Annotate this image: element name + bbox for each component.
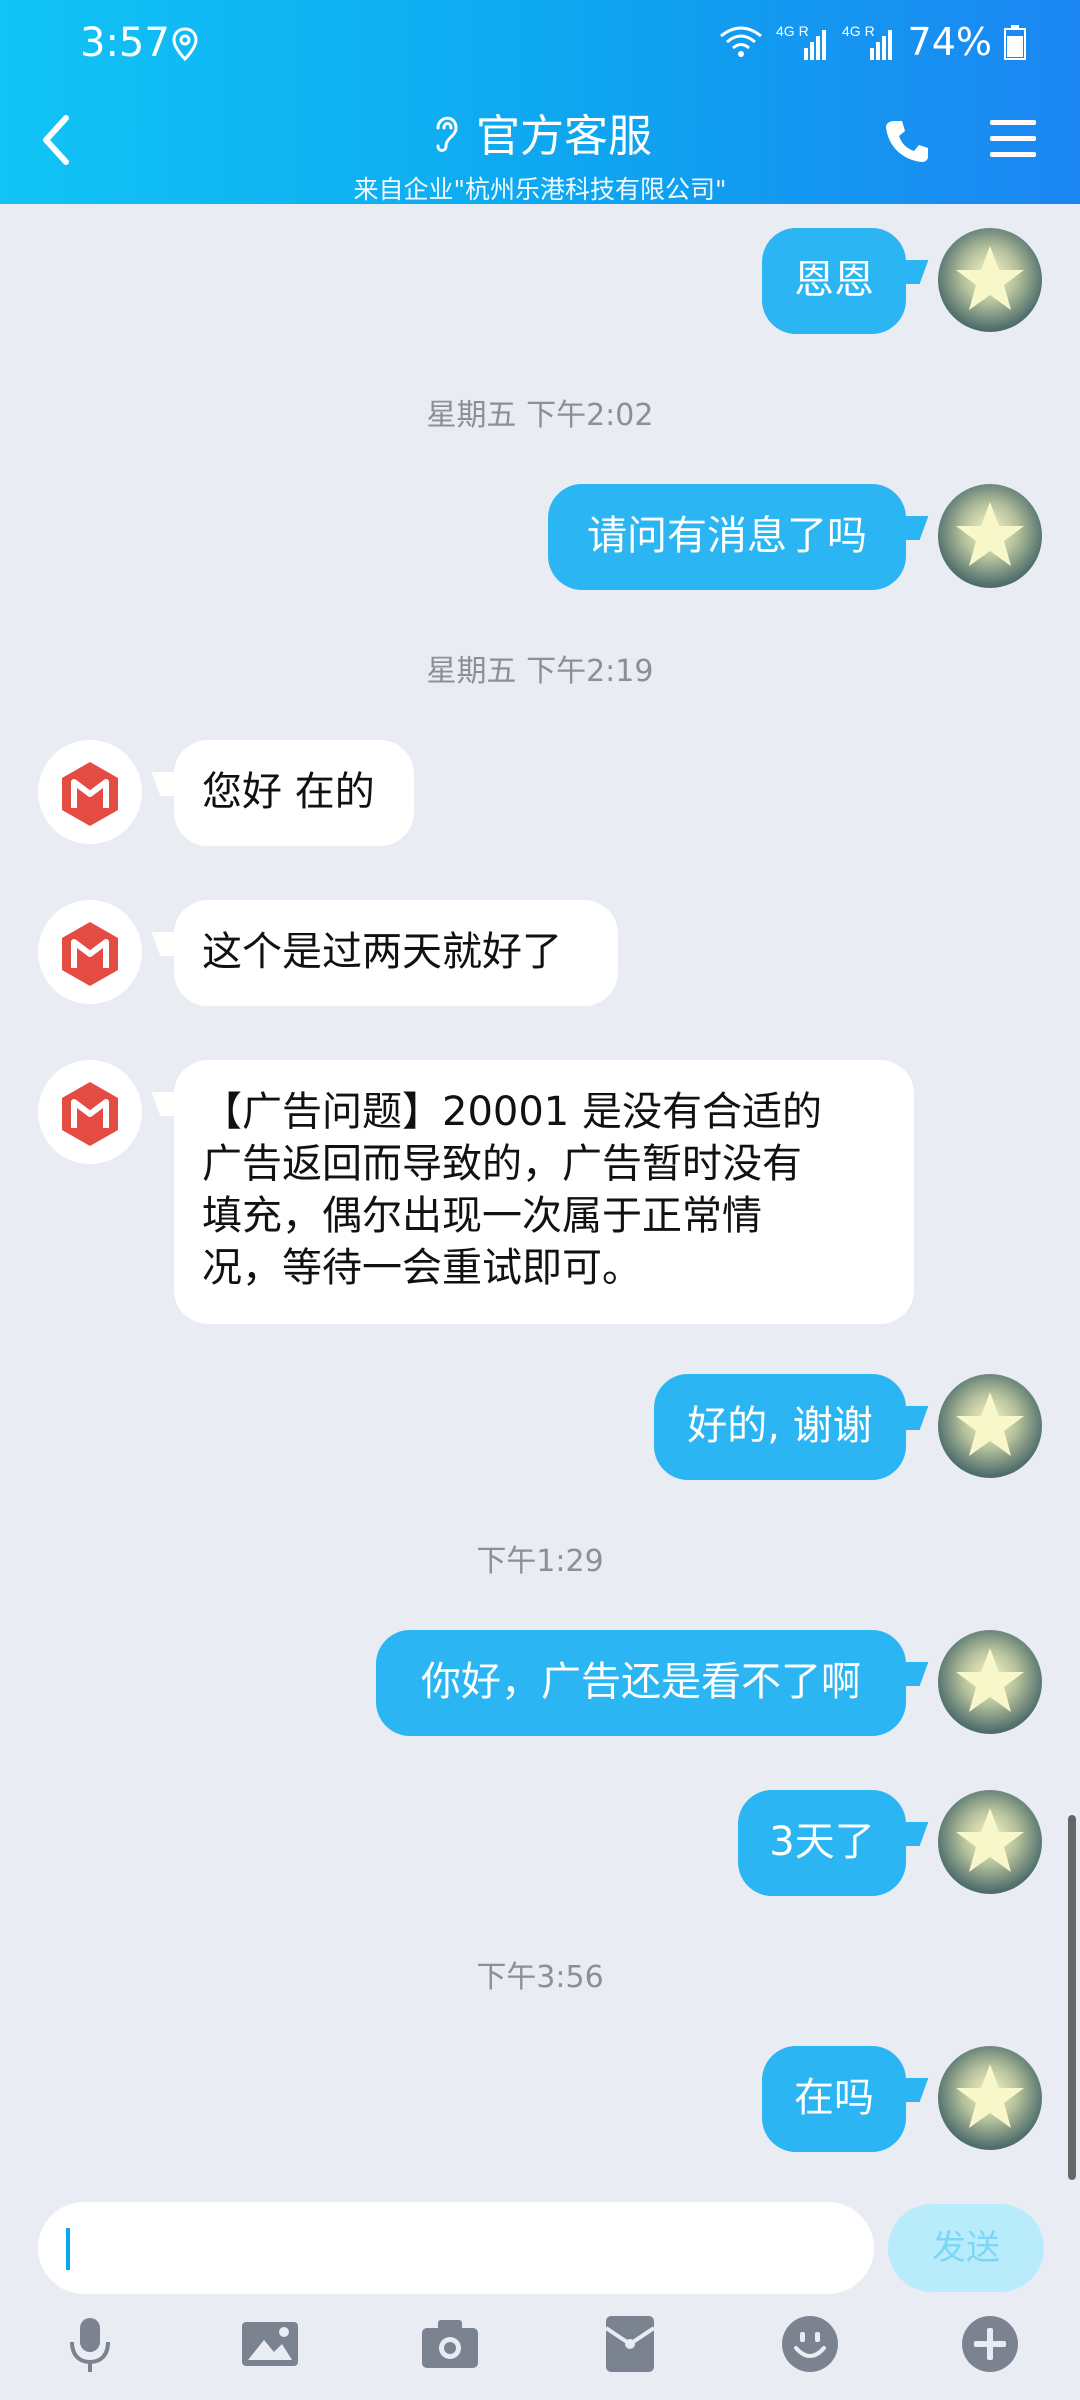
message-line: 况，等待一会重试即可。 xyxy=(202,1245,642,1291)
message-row-out: 好的, 谢谢 xyxy=(0,1372,1080,1482)
status-right: 4G R 4G R 74% xyxy=(718,20,1026,64)
user-avatar[interactable] xyxy=(938,1790,1042,1894)
send-button[interactable]: 发送 xyxy=(888,2204,1044,2292)
page-title: 官方客服 xyxy=(476,111,652,162)
scrollbar[interactable] xyxy=(1068,1815,1076,2180)
user-avatar[interactable] xyxy=(938,2046,1042,2150)
timestamp: 下午3:56 xyxy=(476,1960,604,1995)
star-icon xyxy=(956,502,1024,566)
star-icon xyxy=(956,1648,1024,1712)
company-logo-icon xyxy=(62,762,118,826)
user-avatar[interactable] xyxy=(938,1374,1042,1478)
message-bubble[interactable]: 在吗 xyxy=(762,2046,906,2152)
message-bubble[interactable]: 您好 在的 xyxy=(174,740,414,846)
message-bubble[interactable]: 好的, 谢谢 xyxy=(654,1374,906,1480)
message-row-out: 恩恩 xyxy=(0,226,1080,336)
message-row-out: 3天了 xyxy=(0,1788,1080,1898)
message-row-out: 在吗 xyxy=(0,2044,1080,2154)
camera-icon[interactable] xyxy=(418,2312,482,2376)
network-label: 4G R xyxy=(776,23,809,39)
phone-icon[interactable] xyxy=(884,118,930,164)
message-row-in: 【广告问题】20001 是没有合适的 广告返回而导致的，广告暂时没有 填充，偶尔… xyxy=(0,1058,1080,1328)
star-icon xyxy=(956,246,1024,310)
user-avatar[interactable] xyxy=(938,1630,1042,1734)
composer: 发送 xyxy=(0,2190,1080,2400)
timestamp: 下午1:29 xyxy=(476,1544,604,1579)
user-avatar[interactable] xyxy=(938,228,1042,332)
message-line: 广告返回而导致的，广告暂时没有 xyxy=(202,1141,802,1187)
ear-icon xyxy=(436,116,458,152)
plus-icon[interactable] xyxy=(958,2312,1022,2376)
company-logo-icon xyxy=(62,922,118,986)
text-caret xyxy=(66,2228,70,2270)
header: 3:57 4G R 4G R 74% 官方客服 来自企业"杭州乐港科技有限公司" xyxy=(0,0,1080,204)
message-bubble[interactable]: 恩恩 xyxy=(762,228,906,334)
message-bubble-multiline[interactable]: 【广告问题】20001 是没有合适的 广告返回而导致的，广告暂时没有 填充，偶尔… xyxy=(174,1060,914,1324)
menu-icon[interactable] xyxy=(988,116,1038,160)
message-bubble[interactable]: 这个是过两天就好了 xyxy=(174,900,618,1006)
service-avatar[interactable] xyxy=(38,1060,142,1164)
signal-icon: 4G R xyxy=(776,23,826,60)
company-logo-icon xyxy=(62,1082,118,1146)
microphone-icon[interactable] xyxy=(58,2312,122,2376)
timestamp: 星期五 下午2:19 xyxy=(426,654,654,689)
page-subtitle: 来自企业"杭州乐港科技有限公司" xyxy=(353,175,727,204)
star-icon xyxy=(956,1808,1024,1872)
message-bubble[interactable]: 你好，广告还是看不了啊 xyxy=(376,1630,906,1736)
message-input[interactable] xyxy=(38,2202,874,2294)
status-time: 3:57 xyxy=(80,20,170,66)
service-avatar[interactable] xyxy=(38,900,142,1004)
message-row-out: 你好，广告还是看不了啊 xyxy=(0,1628,1080,1738)
signal-icon-2: 4G R xyxy=(842,23,892,60)
emoji-icon[interactable] xyxy=(778,2312,842,2376)
battery-icon xyxy=(1004,25,1026,60)
star-icon xyxy=(956,1392,1024,1456)
network-label-2: 4G R xyxy=(842,23,875,39)
star-icon xyxy=(956,2064,1024,2128)
message-list[interactable]: 恩恩 星期五 下午2:02 请问有消息了吗 星期五 下午2:19 您好 在的 这… xyxy=(0,204,1080,2190)
user-avatar[interactable] xyxy=(938,484,1042,588)
message-row-in: 您好 在的 xyxy=(0,738,1080,848)
timestamp: 星期五 下午2:02 xyxy=(426,398,654,433)
wifi-icon xyxy=(719,26,762,57)
message-line: 【广告问题】20001 是没有合适的 xyxy=(202,1089,822,1135)
message-bubble[interactable]: 3天了 xyxy=(738,1790,906,1896)
location-icon xyxy=(172,27,198,62)
message-bubble[interactable]: 请问有消息了吗 xyxy=(548,484,906,590)
service-avatar[interactable] xyxy=(38,740,142,844)
message-line: 填充，偶尔出现一次属于正常情 xyxy=(202,1193,762,1239)
battery-percent: 74% xyxy=(907,20,992,64)
red-packet-icon[interactable] xyxy=(598,2312,662,2376)
image-icon[interactable] xyxy=(238,2312,302,2376)
message-row-out: 请问有消息了吗 xyxy=(0,482,1080,592)
message-row-in: 这个是过两天就好了 xyxy=(0,898,1080,1008)
